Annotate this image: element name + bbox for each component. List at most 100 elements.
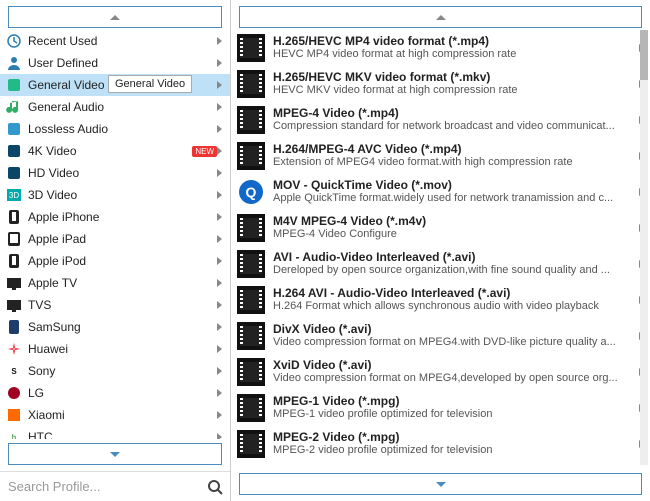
quicktime-icon: Q [237, 178, 265, 206]
category-scroll-up[interactable] [8, 6, 222, 28]
chevron-right-icon [217, 279, 222, 287]
scrollbar-thumb[interactable] [640, 30, 648, 80]
format-item[interactable]: H.264/MPEG-4 AVC Video (*.mp4)Extension … [231, 138, 650, 174]
lossless-icon [6, 121, 22, 137]
format-desc: MPEG-1 video profile optimized for telev… [273, 408, 635, 420]
search-input[interactable] [0, 472, 200, 501]
category-label: Apple TV [28, 276, 217, 290]
category-label: LG [28, 386, 217, 400]
sony-icon: S [6, 363, 22, 379]
chevron-right-icon [217, 367, 222, 375]
category-item[interactable]: Apple TV [0, 272, 230, 294]
format-title: MPEG-4 Video (*.mp4) [273, 106, 635, 120]
format-item[interactable]: H.265/HEVC MP4 video format (*.mp4)HEVC … [231, 30, 650, 66]
format-text: MOV - QuickTime Video (*.mov)Apple Quick… [273, 178, 635, 204]
category-label: Apple iPhone [28, 210, 217, 224]
category-item[interactable]: S Sony [0, 360, 230, 382]
caret-up-icon [110, 15, 120, 20]
format-text: MPEG-4 Video (*.mp4)Compression standard… [273, 106, 635, 132]
category-item[interactable]: General Audio [0, 96, 230, 118]
format-item[interactable]: Q MOV - QuickTime Video (*.mov)Apple Quic… [231, 174, 650, 210]
tv-icon [6, 275, 22, 291]
box-dark-icon [6, 143, 22, 159]
category-label: Lossless Audio [28, 122, 217, 136]
format-item[interactable]: H.265/HEVC MKV video format (*.mkv)HEVC … [231, 66, 650, 102]
format-scroll-down[interactable] [239, 473, 642, 495]
format-desc: H.264 Format which allows synchronous au… [273, 300, 635, 312]
format-panel: H.265/HEVC MP4 video format (*.mp4)HEVC … [231, 0, 650, 501]
category-scroll-down[interactable] [8, 443, 222, 465]
format-item[interactable]: H.264 AVI - Audio-Video Interleaved (*.a… [231, 282, 650, 318]
category-label: Recent Used [28, 34, 217, 48]
category-label: General Audio [28, 100, 217, 114]
box-dark-icon [6, 165, 22, 181]
category-label: User Defined [28, 56, 217, 70]
category-item[interactable]: Apple iPhone [0, 206, 230, 228]
video-file-icon [237, 322, 265, 350]
category-item[interactable]: Lossless Audio [0, 118, 230, 140]
category-item[interactable]: 3D 3D Video [0, 184, 230, 206]
category-item[interactable]: User Defined [0, 52, 230, 74]
format-item[interactable]: AVI - Audio-Video Interleaved (*.avi)Der… [231, 246, 650, 282]
format-item[interactable]: DivX Video (*.avi)Video compression form… [231, 318, 650, 354]
category-label: Sony [28, 364, 217, 378]
category-label: 3D Video [28, 188, 217, 202]
search-icon [207, 479, 223, 495]
app-root: Recent Used User Defined General VideoGene… [0, 0, 650, 501]
category-item[interactable]: Apple iPod [0, 250, 230, 272]
format-title: DivX Video (*.avi) [273, 322, 635, 336]
category-item[interactable]: Recent Used [0, 30, 230, 52]
category-label: TVS [28, 298, 217, 312]
chevron-right-icon [217, 213, 222, 221]
samsung-icon [6, 319, 22, 335]
3d-icon: 3D [6, 187, 22, 203]
note-icon [6, 99, 22, 115]
format-title: H.265/HEVC MKV video format (*.mkv) [273, 70, 635, 84]
format-item[interactable]: XviD Video (*.avi)Video compression form… [231, 354, 650, 390]
format-desc: Video compression format on MPEG4.with D… [273, 336, 635, 348]
tablet-icon [6, 231, 22, 247]
format-text: XviD Video (*.avi)Video compression form… [273, 358, 635, 384]
category-item[interactable]: SamSung [0, 316, 230, 338]
chevron-right-icon [217, 257, 222, 265]
category-panel: Recent Used User Defined General VideoGene… [0, 0, 231, 501]
format-item[interactable]: MPEG-4 Video (*.mp4)Compression standard… [231, 102, 650, 138]
category-item[interactable]: LG [0, 382, 230, 404]
chevron-right-icon [217, 125, 222, 133]
format-text: DivX Video (*.avi)Video compression form… [273, 322, 635, 348]
format-desc: Apple QuickTime format.widely used for n… [273, 192, 635, 204]
format-list[interactable]: H.265/HEVC MP4 video format (*.mp4)HEVC … [231, 30, 650, 469]
category-list[interactable]: Recent Used User Defined General VideoGene… [0, 30, 230, 439]
user-icon [6, 55, 22, 71]
video-file-icon [237, 214, 265, 242]
format-text: MPEG-2 Video (*.mpg)MPEG-2 video profile… [273, 430, 635, 456]
category-item[interactable]: Huawei [0, 338, 230, 360]
xiaomi-icon [6, 407, 22, 423]
format-item[interactable]: MPEG-1 Video (*.mpg)MPEG-1 video profile… [231, 390, 650, 426]
category-item[interactable]: General VideoGeneral Video [0, 74, 230, 96]
category-item[interactable]: Apple iPad [0, 228, 230, 250]
caret-up-icon [436, 15, 446, 20]
category-item[interactable]: Xiaomi [0, 404, 230, 426]
search-button[interactable] [200, 472, 230, 501]
format-item[interactable]: MPEG-2 Video (*.mpg)MPEG-2 video profile… [231, 426, 650, 462]
category-item[interactable]: HD Video [0, 162, 230, 184]
format-desc: Extension of MPEG4 video format.with hig… [273, 156, 635, 168]
chevron-right-icon [217, 235, 222, 243]
video-green-icon [6, 77, 22, 93]
format-title: XviD Video (*.avi) [273, 358, 635, 372]
format-desc: HEVC MP4 video format at high compressio… [273, 48, 635, 60]
category-item[interactable]: 4K VideoNEW [0, 140, 230, 162]
video-file-icon [237, 34, 265, 62]
category-label: SamSung [28, 320, 217, 334]
format-item[interactable]: M4V MPEG-4 Video (*.m4v)MPEG-4 Video Con… [231, 210, 650, 246]
format-text: H.265/HEVC MP4 video format (*.mp4)HEVC … [273, 34, 635, 60]
chevron-right-icon [217, 433, 222, 439]
format-scroll-up[interactable] [239, 6, 642, 28]
chevron-right-icon [217, 37, 222, 45]
category-item[interactable]: hHTC [0, 426, 230, 439]
scrollbar[interactable] [640, 30, 648, 465]
category-label: HTC [28, 430, 217, 439]
category-item[interactable]: TVS [0, 294, 230, 316]
format-title: MPEG-2 Video (*.mpg) [273, 430, 635, 444]
